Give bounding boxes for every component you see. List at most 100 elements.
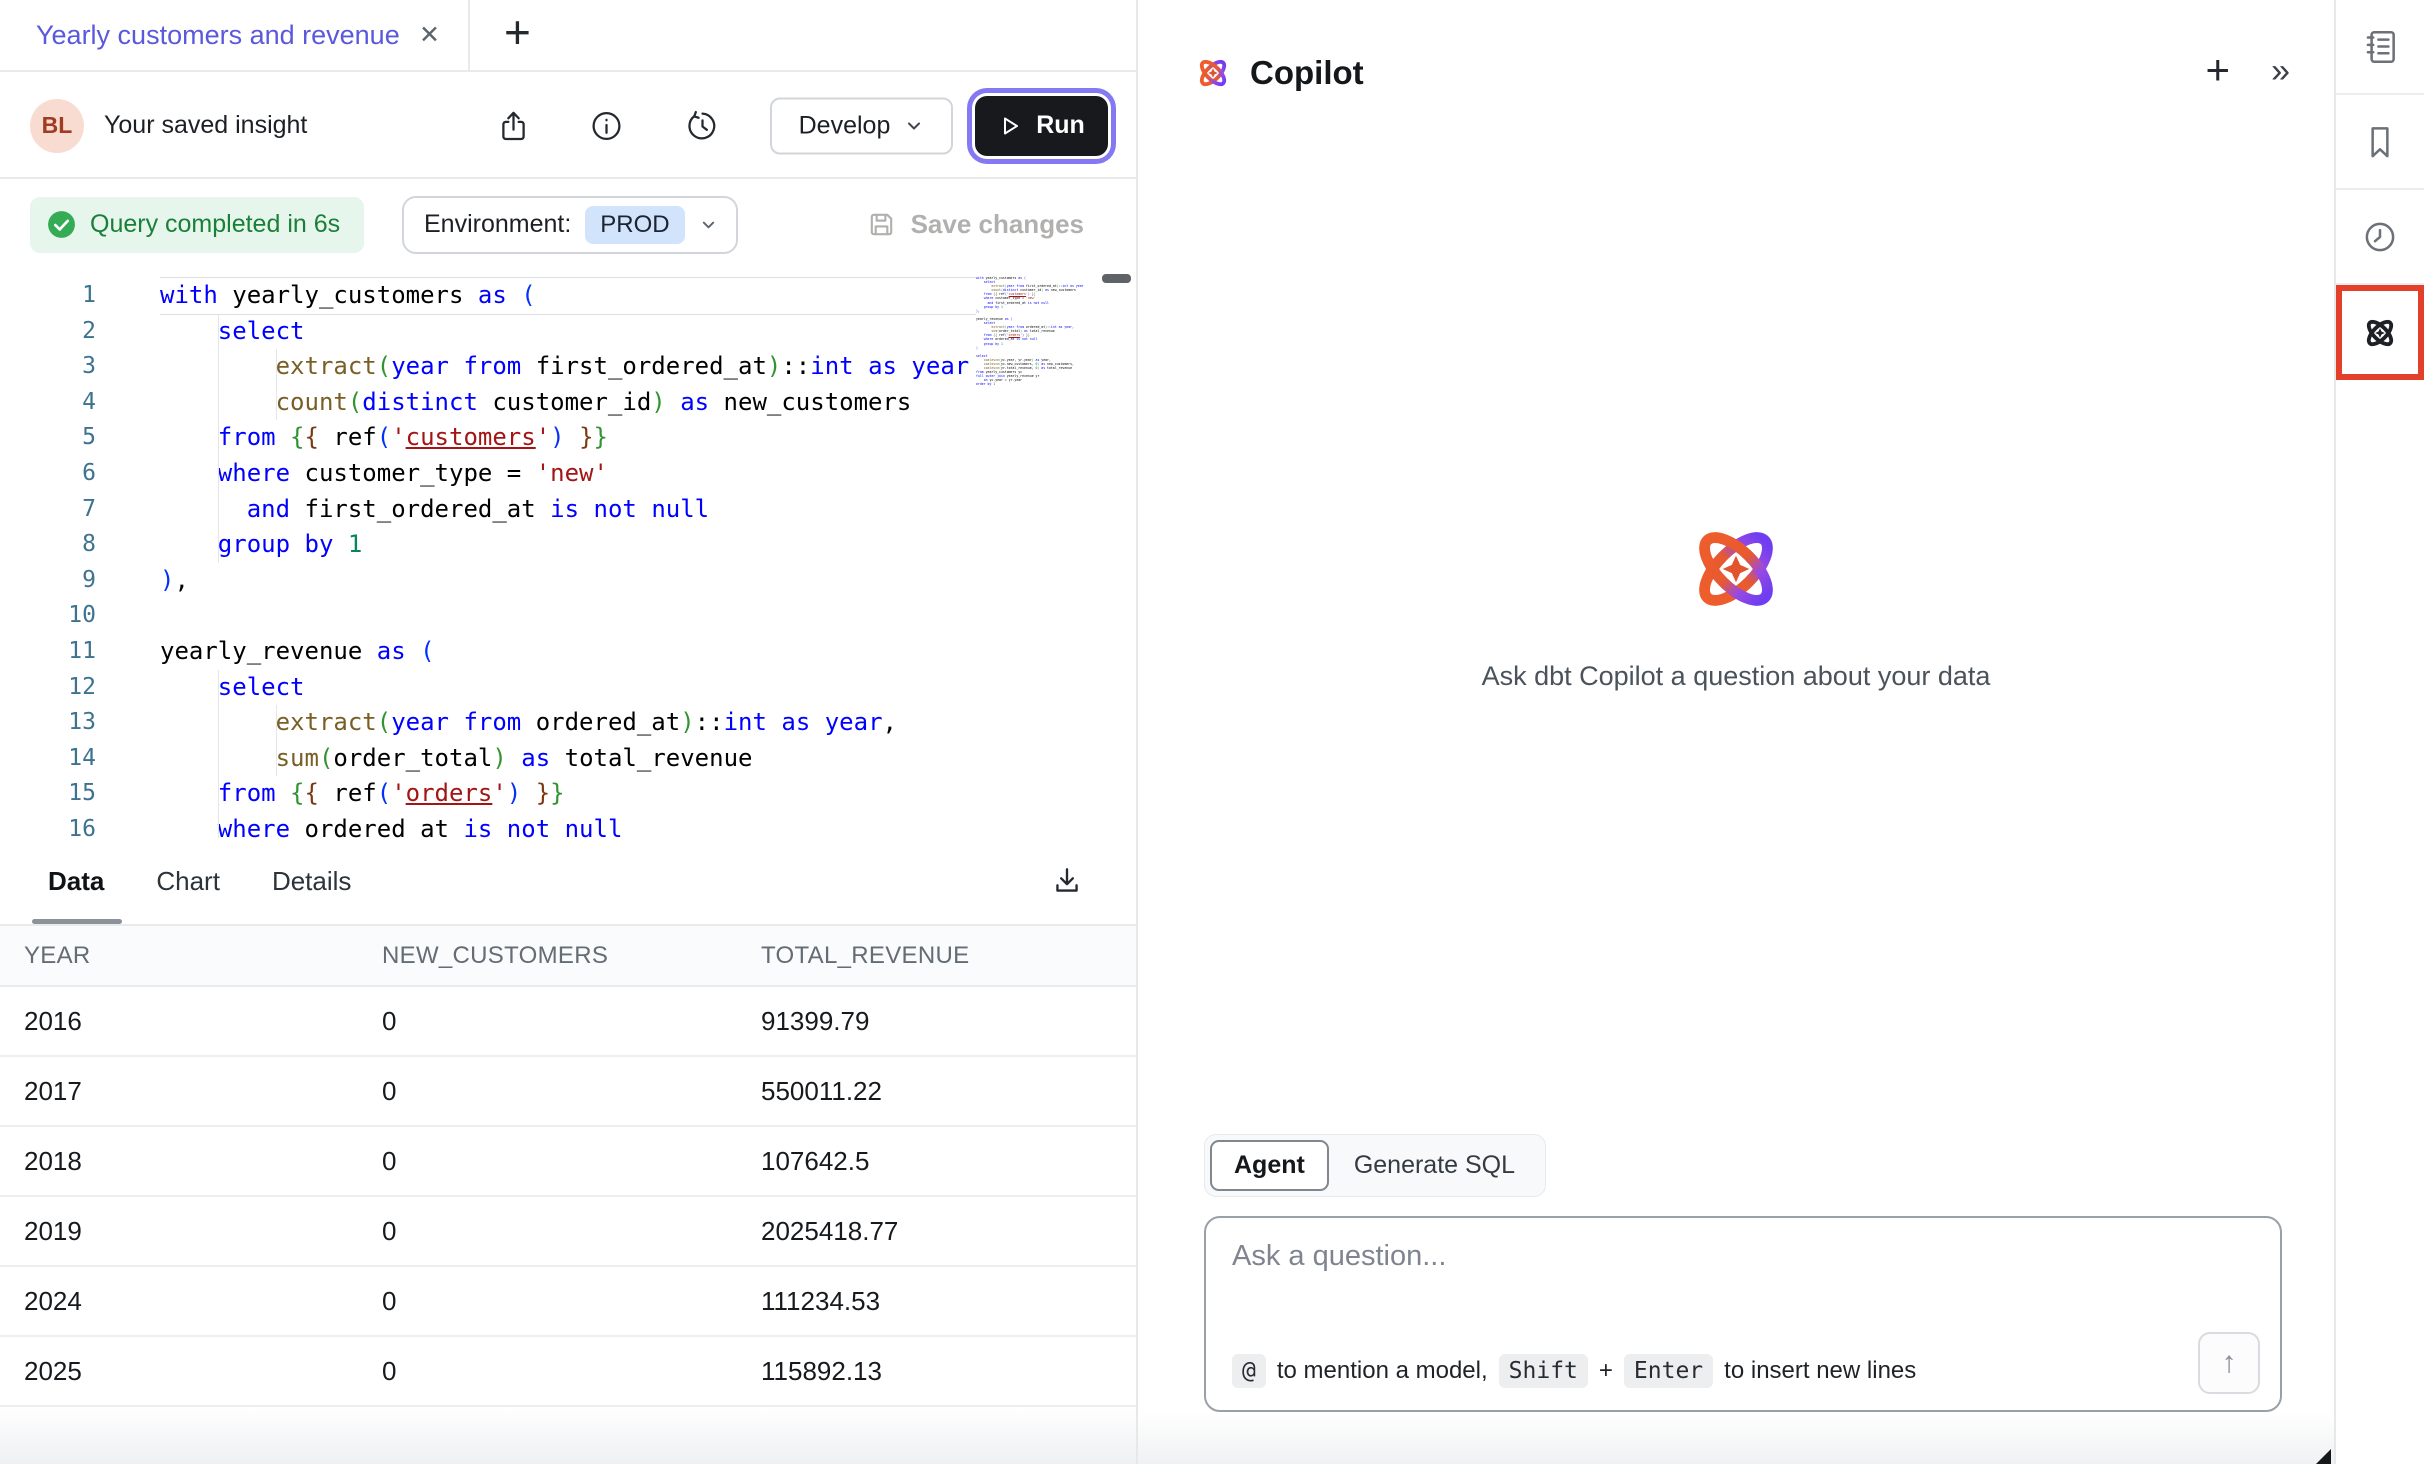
table-cell: 91399.79 — [761, 986, 1136, 1056]
check-circle-icon — [46, 209, 77, 240]
code-line: yearly_revenue as ( — [160, 634, 976, 670]
query-status-badge: Query completed in 6s — [30, 197, 364, 253]
collapse-panel-icon[interactable]: » — [2271, 52, 2290, 91]
table-cell: 2025418.77 — [761, 1196, 1136, 1266]
results-footer — [0, 1407, 1136, 1464]
table-cell: 2019 — [0, 1196, 382, 1266]
save-changes-button[interactable]: Save changes — [866, 209, 1084, 240]
copilot-title: Copilot — [1250, 54, 1364, 92]
table-cell: 0 — [382, 1056, 761, 1126]
editor-minimap[interactable]: with yearly_customers as ( select extrac… — [976, 276, 1100, 706]
table-cell: 2018 — [0, 1126, 382, 1196]
indent-guide — [218, 314, 219, 563]
code-line: from {{ ref('customers') }} — [160, 420, 976, 456]
sidebar-item-bookmarks[interactable] — [2336, 95, 2424, 190]
new-tab-button[interactable]: + — [504, 32, 531, 38]
table-cell: 0 — [382, 1336, 761, 1406]
develop-dropdown[interactable]: Develop — [770, 97, 953, 154]
kbd-chip: @ — [1232, 1354, 1266, 1388]
line-number: 4 — [0, 385, 106, 421]
line-number: 5 — [0, 420, 106, 456]
input-hint: @to mention a model,Shift+Enterto insert… — [1232, 1354, 1916, 1388]
table-row[interactable]: 20170550011.22 — [0, 1056, 1136, 1126]
table-header-row: YEARNEW_CUSTOMERSTOTAL_REVENUE — [0, 926, 1136, 986]
minimap-line: order by 1 — [976, 382, 1100, 386]
kbd-chip: Shift — [1499, 1354, 1588, 1388]
tab-yearly-customers-and-revenue[interactable]: Yearly customers and revenue ✕ — [0, 0, 470, 70]
dbt-insight-workspace: Yearly customers and revenue ✕ + BL Your… — [0, 0, 2424, 1464]
sidebar-item-lineage[interactable] — [2336, 0, 2424, 95]
sql-code-editor[interactable]: 12345678910111213141516 with yearly_cust… — [0, 268, 1136, 838]
mode-generate-sql-button[interactable]: Generate SQL — [1329, 1142, 1540, 1189]
history-icon[interactable] — [686, 109, 719, 142]
code-line: and first_ordered_at is not null — [160, 492, 976, 528]
share-icon[interactable] — [497, 109, 530, 142]
results-tab-bar: Data Chart Details — [0, 838, 1136, 926]
line-number: 14 — [0, 741, 106, 777]
table-cell: 0 — [382, 986, 761, 1056]
table-cell: 111234.53 — [761, 1266, 1136, 1336]
editor-gutter: 12345678910111213141516 — [0, 278, 106, 838]
table-cell: 107642.5 — [761, 1126, 1136, 1196]
save-icon — [866, 209, 897, 240]
table-row[interactable]: 20250115892.13 — [0, 1336, 1136, 1406]
tab-details[interactable]: Details — [272, 838, 351, 924]
copilot-logo-large — [1677, 510, 1795, 628]
chevron-down-icon — [699, 215, 718, 234]
table-cell: 2024 — [0, 1266, 382, 1336]
history-icon — [2359, 216, 2401, 258]
mode-agent-button[interactable]: Agent — [1210, 1140, 1329, 1191]
sidebar-item-copilot[interactable] — [2336, 285, 2424, 380]
line-number: 1 — [0, 278, 106, 314]
line-number: 9 — [0, 563, 106, 599]
sidebar-item-history[interactable] — [2336, 190, 2424, 285]
download-icon[interactable] — [1050, 864, 1084, 898]
resize-corner — [2316, 1449, 2331, 1464]
copilot-footer — [1138, 1412, 2334, 1464]
code-line: extract(year from first_ordered_at)::int… — [160, 349, 976, 385]
copilot-icon — [2359, 312, 2401, 354]
run-button[interactable]: Run — [975, 96, 1108, 156]
insight-title: Your saved insight — [104, 111, 307, 140]
kbd-chip: Enter — [1624, 1354, 1713, 1388]
table-row[interactable]: 201902025418.77 — [0, 1196, 1136, 1266]
code-line: with yearly_customers as ( — [160, 278, 976, 314]
right-icon-sidebar — [2334, 0, 2424, 1464]
new-chat-icon[interactable]: + — [2205, 46, 2230, 94]
send-button[interactable]: ↑ — [2198, 1332, 2260, 1394]
copilot-question-input[interactable]: Ask a question... @to mention a model,Sh… — [1204, 1216, 2282, 1412]
query-status-row: Query completed in 6s Environment: PROD … — [0, 181, 1136, 268]
hint-text: to mention a model, — [1277, 1357, 1488, 1385]
code-line: sum(order_total) as total_revenue — [160, 741, 976, 777]
table-row[interactable]: 20180107642.5 — [0, 1126, 1136, 1196]
info-icon[interactable] — [590, 109, 623, 142]
line-number: 6 — [0, 456, 106, 492]
line-number: 8 — [0, 527, 106, 563]
table-column-header: YEAR — [0, 926, 382, 986]
editor-scrollbar-thumb[interactable] — [1102, 274, 1131, 283]
code-line: select — [160, 670, 976, 706]
query-status-text: Query completed in 6s — [90, 210, 340, 239]
tab-chart[interactable]: Chart — [156, 838, 220, 924]
bookmark-icon — [2359, 121, 2401, 163]
line-number: 11 — [0, 634, 106, 670]
hint-text: + — [1599, 1357, 1613, 1385]
line-number: 2 — [0, 314, 106, 350]
code-line — [160, 598, 976, 634]
code-line: extract(year from ordered_at)::int as ye… — [160, 705, 976, 741]
avatar: BL — [30, 99, 84, 153]
tab-data[interactable]: Data — [48, 838, 104, 924]
table-row[interactable]: 20240111234.53 — [0, 1266, 1136, 1336]
table-row[interactable]: 2016091399.79 — [0, 986, 1136, 1056]
table-cell: 2016 — [0, 986, 382, 1056]
table-cell: 115892.13 — [761, 1336, 1136, 1406]
table-cell: 0 — [382, 1126, 761, 1196]
close-tab-icon[interactable]: ✕ — [419, 20, 440, 50]
indent-guide — [276, 349, 277, 420]
table-cell: 0 — [382, 1196, 761, 1266]
line-number: 13 — [0, 705, 106, 741]
copilot-header: Copilot + » — [1138, 0, 2334, 144]
environment-selector[interactable]: Environment: PROD — [402, 196, 738, 254]
table-body: 2016091399.7920170550011.2220180107642.5… — [0, 986, 1136, 1406]
lineage-icon — [2359, 26, 2401, 68]
